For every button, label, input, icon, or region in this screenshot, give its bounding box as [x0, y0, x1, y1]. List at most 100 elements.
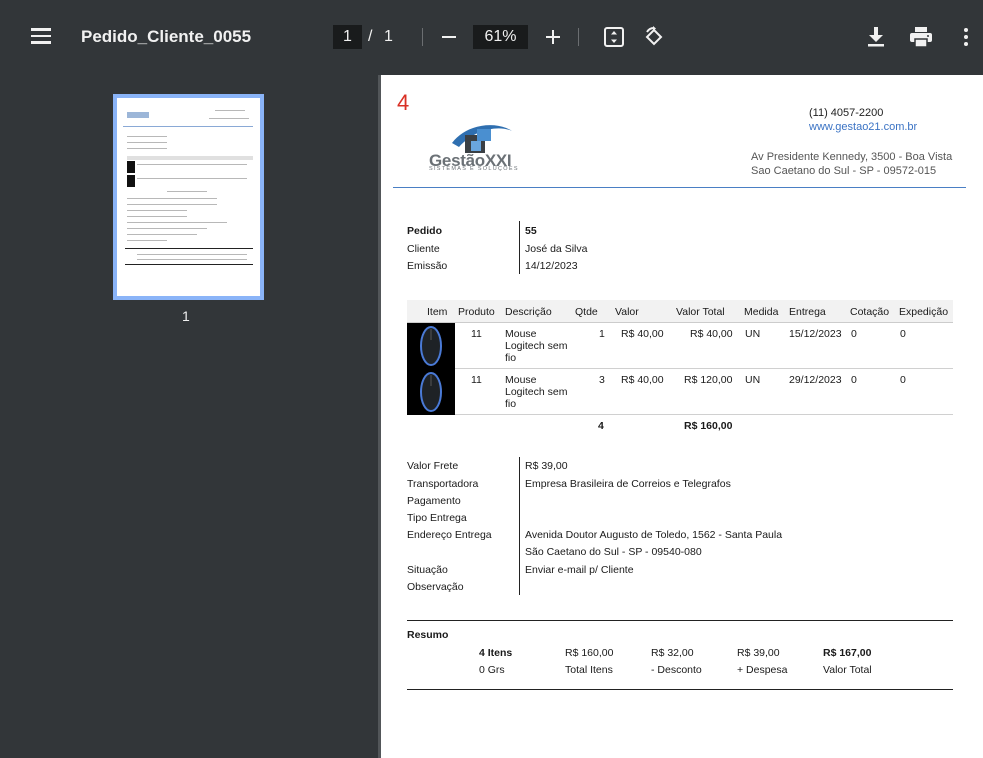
- endereco-entrega-line2: São Caetano do Sul - SP - 09540-080: [525, 546, 702, 558]
- resumo-total-itens-value: R$ 160,00: [565, 647, 614, 659]
- page-total: 1: [384, 28, 393, 45]
- descricao-cell: Mouse: [505, 374, 537, 386]
- resumo-despesa-label: + Despesa: [737, 664, 788, 676]
- page-separator: /: [368, 28, 373, 45]
- cotacao-cell: 0: [851, 328, 857, 340]
- product-image: [407, 369, 455, 415]
- frete-label: Valor Frete: [407, 460, 459, 472]
- menu-icon[interactable]: [29, 26, 53, 48]
- cotacao-cell: 0: [851, 374, 857, 386]
- qtde-cell: 1: [599, 328, 605, 340]
- emissao-value: 14/12/2023: [525, 260, 578, 272]
- pedido-value: 55: [525, 225, 537, 237]
- company-address-line1: Av Presidente Kennedy, 3500 - Boa Vista: [751, 151, 953, 163]
- cliente-label: Cliente: [407, 243, 440, 255]
- descricao-cell: Logitech sem: [505, 386, 568, 398]
- rotate-icon[interactable]: [642, 25, 666, 49]
- toolbar-divider: [422, 28, 423, 46]
- document-title: Pedido_Cliente_0055: [81, 27, 252, 46]
- zoom-out-icon[interactable]: [438, 26, 460, 48]
- resumo-bottom-divider: [407, 689, 953, 690]
- descricao-cell: Logitech sem: [505, 340, 568, 352]
- expedicao-cell: 0: [900, 328, 906, 340]
- resumo-total-itens-label: Total Itens: [565, 664, 613, 676]
- company-website-link[interactable]: www.gestao21.com.br: [809, 121, 917, 133]
- column-header: Cotação: [850, 306, 890, 318]
- pagamento-label: Pagamento: [407, 495, 461, 507]
- resumo-despesa-value: R$ 39,00: [737, 647, 780, 659]
- company-address-line2: Sao Caetano do Sul - SP - 09572-015: [751, 165, 937, 177]
- resumo-desconto-value: R$ 32,00: [651, 647, 694, 659]
- thumbnail-sidebar: 1: [0, 75, 378, 758]
- column-header: Produto: [458, 306, 495, 318]
- observacao-label: Observação: [407, 581, 464, 593]
- header-divider: [393, 187, 966, 188]
- transportadora-label: Transportadora: [407, 478, 479, 490]
- expedicao-cell: 0: [900, 374, 906, 386]
- descricao-cell: fio: [505, 352, 517, 364]
- endereco-entrega-label: Endereço Entrega: [407, 529, 492, 541]
- fit-page-icon[interactable]: [602, 25, 626, 49]
- table-total-row: 4 R$ 160,00: [407, 415, 953, 435]
- valor-total-cell: R$ 40,00: [690, 328, 733, 340]
- resumo-itens: 4 Itens: [479, 647, 513, 659]
- column-header: Item: [427, 306, 448, 318]
- thumbnail-page-label: 1: [182, 308, 190, 324]
- endereco-entrega-line1: Avenida Doutor Augusto de Toledo, 1562 -…: [525, 529, 783, 541]
- medida-cell: UN: [745, 328, 761, 340]
- toolbar-divider: [578, 28, 579, 46]
- produto-cell: 11: [471, 328, 482, 340]
- page-number-input[interactable]: 1: [333, 25, 362, 49]
- items-table: Item Produto Descrição Qtde Valor Valor …: [407, 300, 953, 435]
- details-divider: [519, 457, 520, 595]
- entrega-cell: 15/12/2023: [789, 328, 842, 340]
- column-header: Entrega: [789, 306, 826, 318]
- valor-cell: R$ 40,00: [621, 328, 664, 340]
- total-qtde: 4: [598, 420, 604, 432]
- total-valor: R$ 160,00: [684, 420, 733, 432]
- entrega-cell: 29/12/2023: [789, 374, 842, 386]
- resumo-valor-total-label: Valor Total: [823, 664, 872, 676]
- column-header: Valor: [615, 306, 639, 318]
- emissao-label: Emissão: [407, 260, 448, 272]
- cliente-value: José da Silva: [525, 243, 588, 255]
- column-header: Qtde: [575, 306, 598, 318]
- download-icon[interactable]: [865, 26, 887, 48]
- table-header: Item Produto Descrição Qtde Valor Valor …: [407, 300, 953, 323]
- transportadora-value: Empresa Brasileira de Correios e Telegra…: [525, 478, 731, 490]
- page-number-annotation: 4: [397, 90, 410, 115]
- column-header: Valor Total: [676, 306, 725, 318]
- company-phone: (11) 4057-2200: [809, 107, 884, 119]
- frete-value: R$ 39,00: [525, 460, 568, 472]
- more-options-icon[interactable]: [960, 26, 972, 48]
- order-info-divider: [519, 221, 520, 274]
- tipo-entrega-label: Tipo Entrega: [407, 512, 467, 524]
- descricao-cell: fio: [505, 398, 517, 410]
- resumo-title: Resumo: [407, 629, 449, 641]
- resumo-top-divider: [407, 620, 953, 621]
- zoom-level-input[interactable]: 61%: [473, 25, 528, 49]
- column-header: Descrição: [505, 306, 552, 318]
- column-header: Expedição: [899, 306, 949, 318]
- company-logo-tagline: SISTEMAS E SOLUÇÕES: [429, 166, 519, 172]
- situacao-label: Situação: [407, 564, 448, 576]
- qtde-cell: 3: [599, 374, 605, 386]
- resumo-grs: 0 Grs: [479, 664, 505, 676]
- medida-cell: UN: [745, 374, 761, 386]
- resumo-desconto-label: - Desconto: [651, 664, 702, 676]
- descricao-cell: Mouse: [505, 328, 537, 340]
- zoom-in-icon[interactable]: [542, 26, 564, 48]
- product-image: [407, 323, 455, 369]
- resumo-valor-total-value: R$ 167,00: [823, 647, 872, 659]
- print-icon[interactable]: [909, 26, 933, 48]
- pdf-toolbar: Pedido_Cliente_0055 1 / 1 61%: [0, 0, 983, 75]
- situacao-value: Enviar e-mail p/ Cliente: [525, 564, 634, 576]
- table-row: 11 Mouse Logitech sem fio 1 R$ 40,00 R$ …: [407, 323, 953, 369]
- page-thumbnail[interactable]: [113, 94, 264, 300]
- table-row: 11 Mouse Logitech sem fio 3 R$ 40,00 R$ …: [407, 369, 953, 415]
- valor-cell: R$ 40,00: [621, 374, 664, 386]
- valor-total-cell: R$ 120,00: [684, 374, 733, 386]
- produto-cell: 11: [471, 374, 482, 386]
- pdf-page: 4 GestãoXXI SISTEMAS E SOLUÇÕES (11) 405…: [381, 75, 983, 758]
- column-header: Medida: [744, 306, 779, 318]
